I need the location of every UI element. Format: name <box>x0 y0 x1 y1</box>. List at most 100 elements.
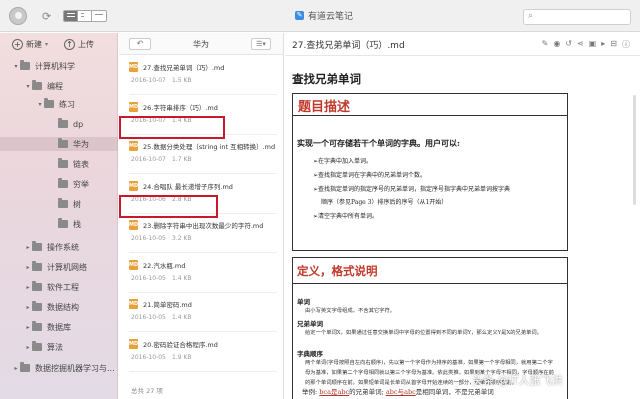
note-list-item[interactable]: MD 23.删除字符串中出现次数最少的字符.md 2016-10-05 3.2 KB <box>119 214 283 253</box>
chevron-down-icon[interactable]: ▾ <box>24 83 32 90</box>
sidebar-folder-label: 操作系统 <box>47 242 79 252</box>
search-input[interactable]: ⌕ <box>523 9 631 25</box>
export-icon[interactable]: ▣ <box>589 39 597 50</box>
info-icon[interactable]: ⓘ <box>622 39 630 50</box>
term-label: 单词 <box>297 298 310 306</box>
full-view-button[interactable] <box>92 11 106 21</box>
sidebar-folder-label: dp <box>73 119 84 129</box>
sidebar-folder[interactable]: 穷举 <box>0 177 89 191</box>
folder-icon <box>58 138 68 148</box>
sidebar-folder[interactable]: ▸ 算法 <box>0 340 63 354</box>
sidebar-folder[interactable]: ▾ 计算机科学 <box>0 59 75 73</box>
folder-icon <box>20 362 30 372</box>
note-list-item[interactable]: MD 22.汽水瓶.md 2016-10-05 1.4 KB <box>119 254 283 293</box>
markdown-file-icon: MD <box>129 220 139 230</box>
sidebar-folder[interactable]: 华为 <box>0 137 118 151</box>
sidebar-folder[interactable]: 链表 <box>0 157 89 171</box>
upload-button[interactable]: ↑ 上传 <box>64 38 94 50</box>
folder-icon <box>32 241 42 251</box>
editor-toolbar: ✎ ◉ ↺ ⋖ ▣ ▸ ⊟ ⓘ <box>542 39 630 50</box>
term-label: 兄弟单词 <box>297 320 323 328</box>
avatar[interactable] <box>9 7 27 25</box>
sidebar-folder[interactable]: dp <box>0 117 83 131</box>
sidebar-folder[interactable]: 树 <box>0 197 81 211</box>
chevron-down-icon[interactable]: ▾ <box>36 101 44 108</box>
chevron-right-icon[interactable]: ▸ <box>24 264 32 271</box>
share-icon[interactable]: ⋖ <box>577 39 584 50</box>
chevron-right-icon[interactable]: ▸ <box>12 365 20 372</box>
bullet-item: 顺序（参见Page 3）排序后的序号（从1开始） <box>321 199 448 206</box>
folder-icon <box>32 301 42 311</box>
sidebar-folder[interactable]: ▸ 软件工程 <box>0 280 79 294</box>
eye-icon[interactable]: ◉ <box>553 39 560 50</box>
sidebar-folder[interactable]: ▾ 练习 <box>0 97 75 111</box>
note-title: 22.汽水瓶.md <box>143 261 186 270</box>
note-list-item[interactable]: MD 21.简单密码.md 2016-10-05 1.4 KB <box>119 293 283 332</box>
note-size: 1.9 KB <box>172 353 192 361</box>
sidebar-folder[interactable]: ▸ 数据结构 <box>0 300 79 314</box>
sidebar-folder[interactable]: ▸ 数据挖掘机器学习与... <box>0 361 115 375</box>
split-view-button[interactable] <box>78 11 92 21</box>
sidebar-folder[interactable]: ▾ 编程 <box>0 79 63 93</box>
page-heading: 查找兄弟单词 <box>292 72 361 86</box>
sidebar-folder-label: 编程 <box>47 81 63 91</box>
note-title: 26.字符串排序（巧）.md <box>143 103 218 112</box>
folder-icon <box>32 80 42 90</box>
sidebar-folder-label: 树 <box>73 199 81 209</box>
view-toggle <box>63 10 107 22</box>
sort-button[interactable]: ☰▾ <box>251 38 271 50</box>
chevron-down-icon: ▾ <box>45 40 49 48</box>
plus-icon: + <box>12 38 23 50</box>
folder-icon <box>58 118 68 128</box>
sidebar-folder[interactable]: ▸ 数据库 <box>0 320 71 334</box>
folder-icon <box>44 98 54 108</box>
note-date: 2016-10-05 <box>131 274 166 282</box>
section-title: 题目描述 <box>298 100 351 115</box>
note-list-item[interactable]: MD 25.数据分类处理（string int 互相转换）.md 2016-10-0… <box>119 135 283 174</box>
markdown-file-icon: MD <box>129 180 139 191</box>
sidebar-folder[interactable]: ▸ 操作系统 <box>0 240 79 254</box>
note-title: 27.查找兄弟单词（巧）.md <box>143 64 225 72</box>
note-size: 3.2 KB <box>172 235 192 242</box>
folder-icon <box>58 158 68 168</box>
markdown-file-icon: MD <box>129 101 139 112</box>
more-icon[interactable]: ⊟ <box>610 39 617 50</box>
sidebar-folder-label: 计算机科学 <box>35 61 75 71</box>
edit-icon[interactable]: ✎ <box>542 39 549 50</box>
folder-icon <box>32 321 42 331</box>
folder-icon <box>32 281 42 291</box>
term-description: 由小写英文字母组成，不含其它字符。 <box>305 308 396 314</box>
markdown-file-icon: MD <box>129 338 139 349</box>
bullet-item: ➢清空字典中所有单词。 <box>313 213 379 220</box>
bullet-item: ➢查找指定单词在字典中的兄弟单词个数。 <box>313 172 427 179</box>
undo-icon[interactable]: ↺ <box>565 39 572 50</box>
note-list-item[interactable]: MD 27.查找兄弟单词（巧）.md 2016-10-07 1.5 KB <box>119 56 283 95</box>
chevron-right-icon[interactable]: ▸ <box>24 244 32 251</box>
highlight-box <box>119 195 218 218</box>
sync-icon[interactable]: ⟳ <box>42 10 51 23</box>
chevron-right-icon[interactable]: ▸ <box>24 344 32 351</box>
term-label: 字典顺序 <box>297 350 323 358</box>
folder-icon <box>20 60 30 70</box>
app-title: ✎ 有道云笔记 <box>295 11 354 22</box>
sidebar-folder-label: 软件工程 <box>47 282 79 292</box>
note-logo-icon: ✎ <box>295 11 304 20</box>
note-size: 1.4 KB <box>172 314 192 321</box>
chevron-right-icon[interactable]: ▸ <box>24 324 32 331</box>
note-size: 1.5 KB <box>172 77 192 84</box>
new-button[interactable]: + 新建 ▾ <box>12 38 49 50</box>
sidebar-folder[interactable]: ▸ 计算机网络 <box>0 260 87 274</box>
chevron-down-icon[interactable]: ▾ <box>12 63 20 70</box>
scrollbar[interactable] <box>633 95 636 205</box>
list-view-button[interactable] <box>64 11 78 21</box>
play-icon[interactable]: ▸ <box>601 39 605 50</box>
example-text: 举例: bca是abc的兄弟单词; abc与abc是相同单词，不是兄弟单词 <box>302 388 494 396</box>
note-list-item[interactable]: MD 20.密码验证合格程序.md 2016-10-05 1.9 KB <box>119 333 283 372</box>
sidebar-folder-label: 算法 <box>47 342 63 352</box>
chevron-right-icon[interactable]: ▸ <box>24 304 32 311</box>
sidebar-folder-label: 计算机网络 <box>47 262 87 272</box>
sidebar-folder[interactable]: 栈 <box>0 217 81 231</box>
chevron-right-icon[interactable]: ▸ <box>24 284 32 291</box>
note-title: 23.删除字符串中出现次数最少的字符.md <box>143 222 264 230</box>
section-title: 定义，格式说明 <box>297 264 378 278</box>
